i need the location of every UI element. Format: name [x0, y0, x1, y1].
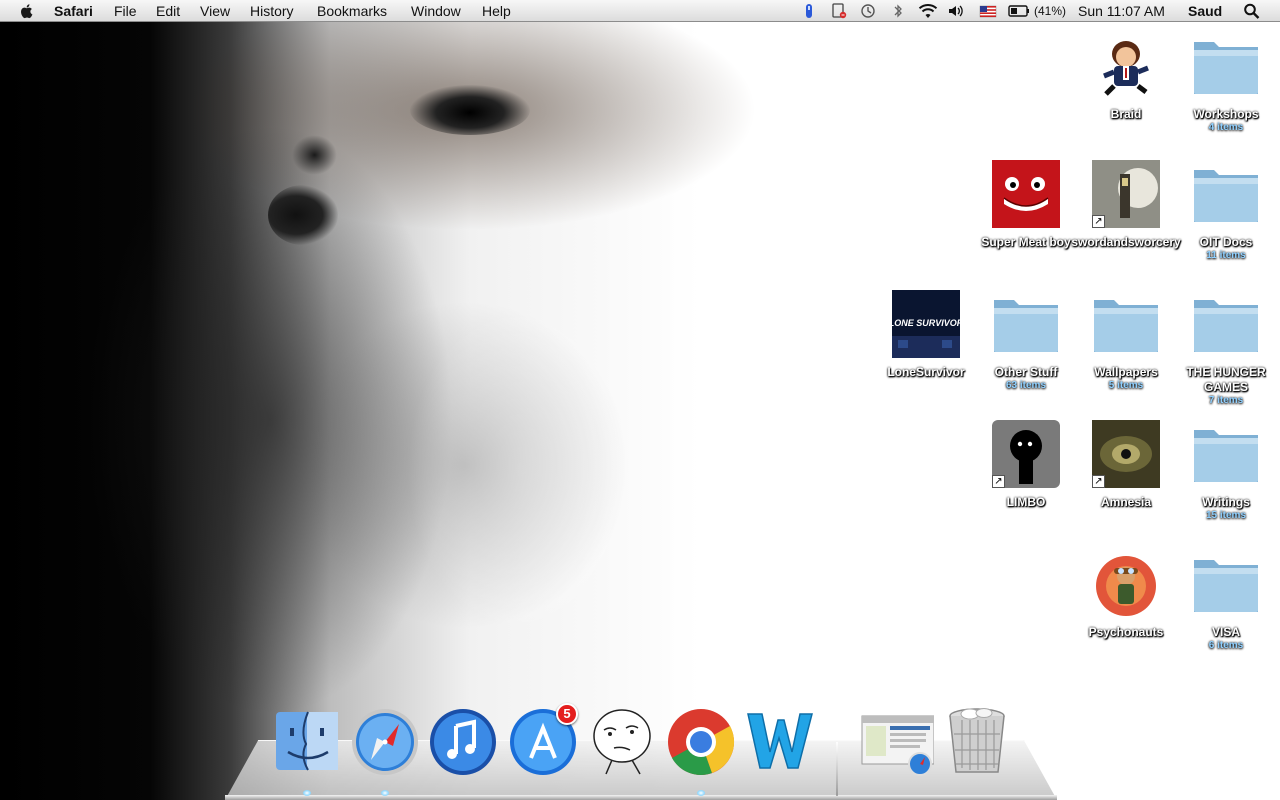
- menu-clock[interactable]: Sun 11:07 AM: [1078, 2, 1165, 20]
- dock-word-app[interactable]: [742, 702, 816, 778]
- folder-item-count: 4 items: [1208, 122, 1244, 133]
- desktop-icon-writings[interactable]: Writings 15 items: [1176, 420, 1276, 530]
- app-store-update-badge: 5: [556, 703, 578, 725]
- wallpaper-lips: [268, 185, 338, 245]
- desktop-icon-super-meat-boy[interactable]: Super Meat boy: [976, 160, 1076, 270]
- desktop-icon-label: Workshops: [1193, 107, 1259, 121]
- menu-help[interactable]: Help: [482, 2, 511, 20]
- menu-bookmarks[interactable]: Bookmarks: [317, 2, 387, 20]
- desktop-icon-label: Other Stuff: [994, 365, 1058, 379]
- folder-icon: [1194, 170, 1258, 222]
- wallpaper-eye: [410, 85, 530, 135]
- spotlight-search-icon[interactable]: [1243, 3, 1261, 19]
- desktop-icon-the-hunger-games[interactable]: THE HUNGER GAMES 7 items: [1176, 290, 1276, 410]
- dock-chrome[interactable]: [664, 702, 738, 778]
- psychonauts-icon: [1096, 556, 1156, 616]
- folder-item-count: 63 items: [1005, 380, 1047, 391]
- folder-item-count: 6 items: [1208, 640, 1244, 651]
- folder-icon: [994, 300, 1058, 352]
- dock-shelf-edge: [225, 795, 1057, 800]
- folder-icon: [1194, 560, 1258, 612]
- desktop-icon-label: VISA: [1211, 625, 1240, 639]
- desktop-icon-workshops[interactable]: Workshops 4 items: [1176, 32, 1276, 142]
- alias-arrow-icon: ↗: [1092, 215, 1105, 228]
- desktop-icon-braid[interactable]: Braid: [1076, 32, 1176, 142]
- dock-minimized-safari-window[interactable]: [860, 702, 935, 778]
- desktop-icon-swordandsworcery[interactable]: ↗ swordandsworcery: [1071, 160, 1181, 270]
- folder-icon: [1094, 300, 1158, 352]
- desktop-icon-lonesurvivor[interactable]: LONE SURVIVOR LoneSurvivor: [876, 290, 976, 400]
- desktop-icon-visa[interactable]: VISA 6 items: [1176, 550, 1276, 660]
- menu-bar: Safari File Edit View History Bookmarks …: [0, 0, 1280, 22]
- super-meat-boy-icon: [992, 160, 1060, 228]
- safari-icon: [352, 709, 418, 775]
- time-machine-icon[interactable]: [859, 3, 877, 19]
- desktop-icon-label: Wallpapers: [1094, 365, 1158, 379]
- desktop-icon-label: LIMBO: [1006, 495, 1046, 509]
- mouse-battery-icon[interactable]: [800, 3, 818, 19]
- alias-arrow-icon: ↗: [992, 475, 1005, 488]
- battery-icon[interactable]: [1008, 3, 1030, 19]
- folder-icon: [1194, 300, 1258, 352]
- menu-view[interactable]: View: [200, 2, 230, 20]
- wallpaper-nose: [292, 135, 337, 175]
- menu-window[interactable]: Window: [411, 2, 461, 20]
- dock-divider: [836, 742, 838, 796]
- braid-app-icon: [1103, 41, 1149, 96]
- safari-window-thumbnail: [861, 715, 935, 776]
- desktop-icon-label: LoneSurvivor: [887, 365, 965, 379]
- menu-file[interactable]: File: [114, 2, 137, 20]
- menu-history[interactable]: History: [250, 2, 294, 20]
- menu-user-name[interactable]: Saud: [1188, 2, 1222, 20]
- menu-edit[interactable]: Edit: [156, 2, 180, 20]
- folder-icon: [1194, 430, 1258, 482]
- desktop-icon-psychonauts[interactable]: Psychonauts: [1076, 550, 1176, 660]
- volume-icon[interactable]: [947, 3, 965, 19]
- desktop-icon-oit-docs[interactable]: OIT Docs 11 items: [1176, 160, 1276, 270]
- apple-menu-icon[interactable]: [18, 2, 36, 20]
- desktop-icon-wallpapers[interactable]: Wallpapers 5 items: [1076, 290, 1176, 400]
- desktop-icon-label: Super Meat boy: [981, 235, 1071, 249]
- battery-percent[interactable]: (41%): [1034, 2, 1066, 20]
- cloud-sync-icon[interactable]: [830, 3, 848, 19]
- folder-item-count: 15 items: [1205, 510, 1247, 521]
- running-indicator: [381, 790, 389, 796]
- folder-item-count: 11 items: [1206, 250, 1246, 261]
- trash-icon: [949, 708, 1005, 773]
- wifi-icon[interactable]: [917, 3, 939, 19]
- meme-face-icon: [593, 709, 651, 775]
- dock-safari[interactable]: [348, 702, 422, 778]
- chrome-icon: [668, 709, 735, 775]
- running-indicator: [303, 790, 311, 796]
- lone-survivor-icon: LONE SURVIVOR: [892, 290, 960, 358]
- desktop-icon-amnesia[interactable]: ↗ Amnesia: [1076, 420, 1176, 530]
- desktop-icon-label: Braid: [1110, 107, 1142, 121]
- alias-arrow-icon: ↗: [1092, 475, 1105, 488]
- desktop-icon-label: THE HUNGER GAMES: [1186, 365, 1266, 394]
- itunes-icon: [430, 709, 496, 775]
- desktop-icon-label: Psychonauts: [1088, 625, 1164, 639]
- desktop-icon-label: swordandsworcery: [1071, 235, 1181, 249]
- running-indicator: [697, 790, 705, 796]
- lone-survivor-art-text: LONE SURVIVOR: [892, 318, 960, 328]
- desktop-icon-limbo[interactable]: ↗ LIMBO: [976, 420, 1076, 530]
- folder-icon: [1194, 42, 1258, 94]
- dock-trash[interactable]: [940, 702, 1014, 778]
- input-flag-us-icon[interactable]: [979, 3, 997, 19]
- desktop-icon-other-stuff[interactable]: Other Stuff 63 items: [976, 290, 1076, 400]
- desktop-icon-label: Amnesia: [1100, 495, 1152, 509]
- desktop-icon-label: OIT Docs: [1199, 235, 1253, 249]
- menu-app-name[interactable]: Safari: [54, 2, 93, 20]
- folder-item-count: 5 items: [1108, 380, 1144, 391]
- wallpaper-shading: [300, 300, 630, 630]
- dock-itunes[interactable]: [426, 702, 500, 778]
- word-w-icon: [747, 713, 813, 769]
- finder-icon: [276, 711, 338, 771]
- folder-item-count: 7 items: [1208, 395, 1244, 406]
- bluetooth-icon[interactable]: [889, 3, 907, 19]
- dock-meme-face-app[interactable]: [586, 702, 660, 778]
- desktop-icon-label: Writings: [1202, 495, 1250, 509]
- dock-finder[interactable]: [270, 702, 344, 778]
